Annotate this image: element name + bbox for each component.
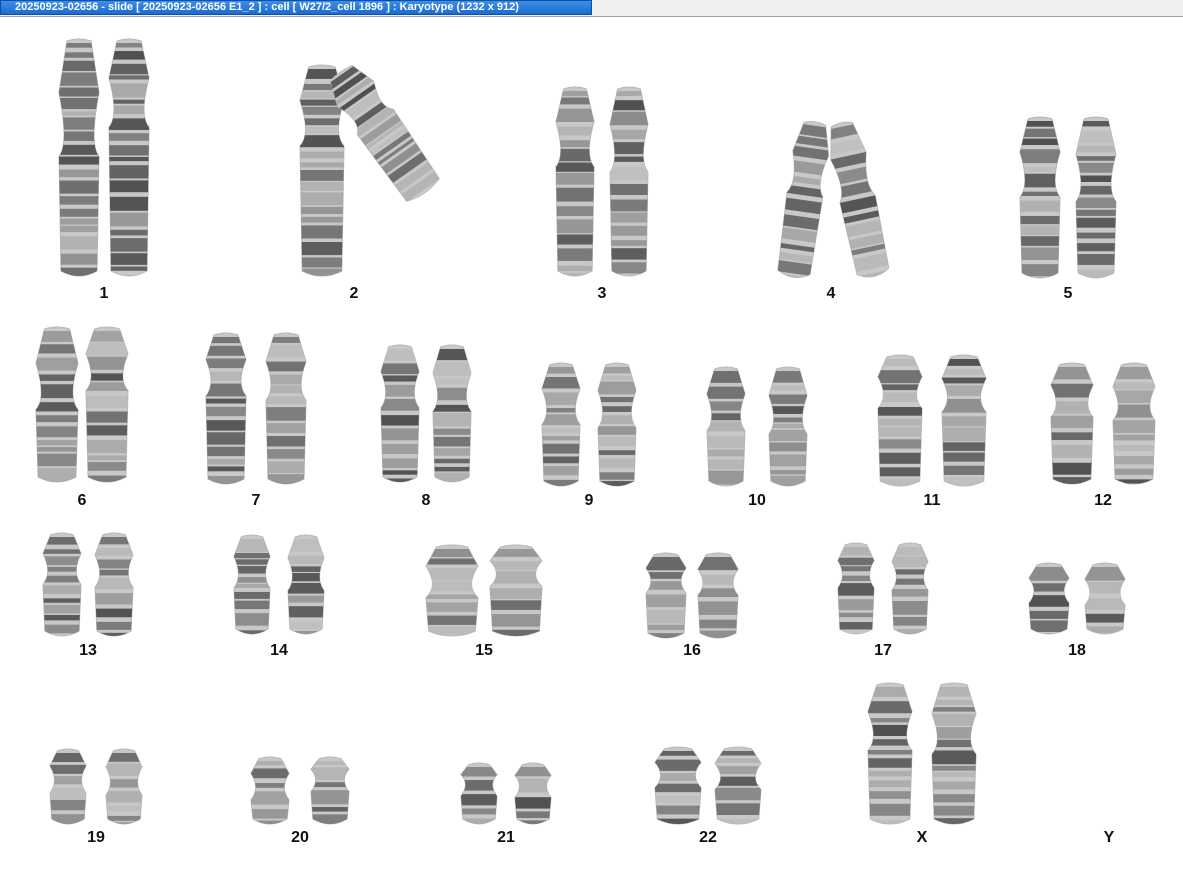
- chromosome-1-homolog-2[interactable]: [108, 38, 150, 281]
- chromosome-pair-7[interactable]: [200, 329, 312, 491]
- chromosome-16-homolog-1[interactable]: [645, 552, 687, 645]
- chromosome-3-homolog-2[interactable]: [609, 86, 649, 286]
- chromosome-8-homolog-1[interactable]: [380, 344, 420, 487]
- chromosome-pair-9[interactable]: [536, 359, 642, 493]
- chromosome-pair-8[interactable]: [375, 341, 477, 489]
- chromosome-label-21: 21: [497, 829, 515, 846]
- chromosome-pair-13[interactable]: [37, 529, 139, 643]
- chromosome-label-4: 4: [826, 285, 836, 302]
- chromosome-12-homolog-2[interactable]: [1112, 362, 1156, 485]
- chromosome-8-homolog-2[interactable]: [432, 344, 472, 484]
- chromosome-pair-15[interactable]: [420, 541, 548, 643]
- chromosome-20-homolog-2[interactable]: [310, 756, 350, 825]
- chromosome-14-homolog-1[interactable]: [233, 534, 271, 644]
- chromosome-label-12: 12: [1094, 492, 1112, 509]
- chromosome-pair-2[interactable]: [294, 61, 444, 283]
- chromosome-label-22: 22: [699, 829, 717, 846]
- chromosome-label-14: 14: [270, 642, 288, 659]
- chromosome-22-homolog-2[interactable]: [714, 746, 762, 830]
- chromosome-pair-22[interactable]: [649, 743, 767, 831]
- title-bar-row: 20250923-02656 - slide [ 20250923-02656 …: [0, 0, 1183, 17]
- chromosome-4-homolog-2[interactable]: [824, 119, 893, 284]
- chromosome-13-homolog-2[interactable]: [94, 532, 134, 646]
- chromosome-label-8: 8: [421, 492, 431, 509]
- chromosome-label-18: 18: [1068, 642, 1086, 659]
- chromosome-label-11: 11: [923, 492, 941, 509]
- chromosome-21-homolog-1[interactable]: [460, 762, 498, 827]
- chromosome-17-homolog-1[interactable]: [837, 542, 875, 648]
- chromosome-pair-18[interactable]: [1023, 559, 1131, 641]
- chromosome-label-19: 19: [87, 829, 105, 846]
- chromosome-pair-16[interactable]: [640, 549, 744, 645]
- chromosome-X-homolog-2[interactable]: [931, 682, 977, 825]
- chromosome-9-homolog-1[interactable]: [541, 362, 581, 491]
- chromosome-19-homolog-1[interactable]: [49, 748, 87, 826]
- chromosome-21-homolog-2[interactable]: [514, 762, 552, 834]
- chromosome-11-homolog-1[interactable]: [877, 354, 923, 487]
- chromosome-label-6: 6: [77, 492, 87, 509]
- chromosome-pair-19[interactable]: [44, 745, 148, 831]
- chromosome-pair-11[interactable]: [872, 351, 992, 493]
- chromosome-18-homolog-1[interactable]: [1028, 562, 1070, 640]
- chromosome-4-homolog-1[interactable]: [774, 119, 833, 290]
- chromosome-3-homolog-1[interactable]: [555, 86, 595, 286]
- chromosome-6-homolog-1[interactable]: [35, 326, 79, 483]
- chromosome-16-homolog-2[interactable]: [697, 552, 739, 639]
- chromosome-label-17: 17: [874, 642, 892, 659]
- chromosome-12-homolog-1[interactable]: [1050, 362, 1094, 486]
- chromosome-label-5: 5: [1063, 285, 1073, 302]
- chromosome-pair-1[interactable]: [53, 35, 155, 283]
- chromosome-label-X: X: [916, 829, 928, 846]
- chromosome-label-7: 7: [251, 492, 261, 509]
- chromosome-20-homolog-1[interactable]: [250, 756, 290, 828]
- chromosome-label-1: 1: [99, 285, 109, 302]
- chromosome-label-16: 16: [683, 642, 701, 659]
- chromosome-22-homolog-1[interactable]: [654, 746, 702, 826]
- chromosome-label-15: 15: [475, 642, 493, 659]
- chromosome-label-3: 3: [597, 285, 607, 302]
- chromosome-pair-X[interactable]: [862, 679, 982, 831]
- chromosome-14-homolog-2[interactable]: [287, 534, 325, 641]
- window-title: 20250923-02656 - slide [ 20250923-02656 …: [15, 1, 519, 13]
- chromosome-pair-4[interactable]: [775, 117, 892, 285]
- chromosome-label-10: 10: [748, 492, 766, 509]
- chromosome-13-homolog-1[interactable]: [42, 532, 82, 637]
- chromosome-5-homolog-1[interactable]: [1019, 116, 1061, 279]
- chromosome-label-2: 2: [349, 285, 359, 302]
- chromosome-11-homolog-2[interactable]: [941, 354, 987, 490]
- chromosome-9-homolog-2[interactable]: [597, 362, 637, 494]
- chromosome-label-Y: Y: [1103, 829, 1115, 846]
- chromosome-7-homolog-2[interactable]: [265, 332, 307, 485]
- chromosome-pair-17[interactable]: [832, 539, 934, 641]
- chromosome-pair-6[interactable]: [30, 323, 134, 489]
- chromosome-pair-12[interactable]: [1045, 359, 1161, 491]
- chromosome-pair-20[interactable]: [245, 753, 355, 831]
- chromosome-pair-Y[interactable]: [1055, 711, 1163, 823]
- chromosome-15-homolog-1[interactable]: [425, 544, 479, 637]
- chromosome-17-homolog-2[interactable]: [891, 542, 929, 636]
- chromosome-18-homolog-2[interactable]: [1084, 562, 1126, 635]
- chromosome-6-homolog-2[interactable]: [85, 326, 129, 485]
- karyotype-canvas: 1 2 3 4 5 6 7 8 9 10 11 12 13 14 15 16 17 18 19 20 21 22 X Y: [0, 17, 1183, 871]
- chromosome-label-9: 9: [584, 492, 594, 509]
- chromosome-pair-3[interactable]: [550, 83, 654, 283]
- chromosome-pair-5[interactable]: [1014, 113, 1122, 285]
- chromosome-X-homolog-1[interactable]: [867, 682, 913, 825]
- chromosome-7-homolog-1[interactable]: [205, 332, 247, 488]
- chromosome-15-homolog-2[interactable]: [489, 544, 543, 643]
- chromosome-5-homolog-2[interactable]: [1075, 116, 1117, 279]
- window-title-bar[interactable]: 20250923-02656 - slide [ 20250923-02656 …: [0, 0, 592, 15]
- chromosome-pair-10[interactable]: [701, 363, 813, 493]
- chromosome-10-homolog-2[interactable]: [768, 366, 808, 487]
- chromosome-19-homolog-2[interactable]: [105, 748, 143, 836]
- chromosome-10-homolog-1[interactable]: [706, 366, 746, 487]
- chromosome-pair-21[interactable]: [455, 759, 557, 831]
- chromosome-pair-14[interactable]: [228, 531, 330, 641]
- chromosome-1-homolog-1[interactable]: [58, 38, 100, 281]
- chromosome-label-20: 20: [291, 829, 309, 846]
- chromosome-label-13: 13: [79, 642, 97, 659]
